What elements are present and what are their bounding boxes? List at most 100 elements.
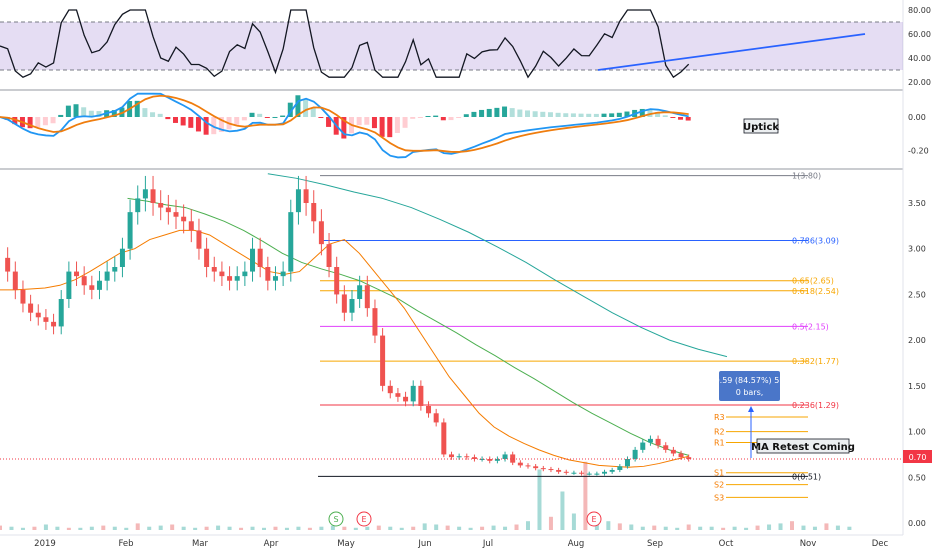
candle-body: [372, 308, 378, 336]
volume-bar: [55, 526, 60, 530]
macd-histogram-bar: [563, 113, 569, 117]
candle-body: [563, 471, 569, 473]
month-label: Apr: [264, 539, 279, 549]
volume-bar: [790, 521, 794, 530]
volume-bar: [376, 525, 381, 530]
macd-histogram-bar: [257, 113, 263, 117]
macd-histogram-bar: [601, 113, 607, 117]
macd-histogram-bar: [410, 117, 416, 119]
macd-histogram-bar: [303, 99, 309, 117]
rsi-tick-label: 20.00: [908, 78, 931, 87]
volume-bar: [548, 516, 553, 530]
volume-bar: [20, 527, 25, 530]
fib-level-label: 0(0.51): [792, 472, 821, 481]
macd-histogram-bar: [371, 117, 377, 129]
volume-bar: [847, 526, 852, 530]
candle-body: [579, 472, 585, 474]
volume-bar: [262, 527, 266, 530]
price-tick-label: 2.00: [908, 336, 926, 345]
macd-histogram-bar: [157, 113, 163, 117]
macd-histogram-bar: [65, 105, 71, 117]
volume-bar: [445, 525, 450, 530]
fib-level-label: 1(3.80): [792, 172, 821, 181]
volume-bar: [468, 527, 473, 530]
volume-bar: [778, 523, 783, 530]
candle-body: [426, 405, 432, 414]
macd-histogram-bar: [555, 112, 561, 117]
candle-body: [81, 276, 87, 286]
macd-histogram-bar: [394, 117, 400, 134]
month-label: Aug: [568, 539, 585, 549]
month-label: 2019: [34, 539, 56, 549]
volume-bar: [135, 523, 140, 530]
volume-bar: [434, 524, 439, 530]
month-label: Jun: [417, 539, 431, 549]
volume-bar: [663, 526, 668, 530]
candle-body: [181, 216, 187, 222]
volume-bar: [9, 526, 14, 530]
candle-body: [20, 289, 26, 304]
fib-level-label: 0.236(1.29): [792, 401, 839, 410]
volume-bar: [124, 527, 129, 530]
volume-bar: [353, 527, 358, 530]
volume-bar: [216, 525, 221, 530]
macd-histogram-bar: [234, 117, 240, 125]
event-marker-label: E: [361, 515, 366, 524]
candle-body: [655, 438, 661, 446]
candle-body: [257, 248, 263, 267]
macd-histogram-bar: [502, 106, 508, 117]
volume-bar: [503, 526, 508, 530]
macd-histogram-bar: [264, 117, 270, 118]
fib-level-label: 0.786(3.09): [792, 236, 839, 245]
volume-bar: [411, 526, 416, 530]
macd-histogram-bar: [356, 117, 362, 126]
candle-body: [556, 469, 562, 472]
candle-body: [678, 453, 684, 458]
macd-pane: 0.00 -0.20 Uptick: [0, 92, 929, 159]
candle-body: [219, 271, 225, 277]
pivot-label: R3: [714, 413, 725, 422]
candle-body: [670, 449, 676, 454]
pivot-label: R1: [714, 439, 725, 448]
volume-bar: [101, 525, 106, 530]
macd-histogram-bar: [525, 110, 530, 117]
measure-box-line2: 0 bars,: [736, 388, 764, 397]
volume-bar: [342, 526, 347, 530]
volume-bar: [812, 526, 817, 530]
candle-body: [250, 248, 256, 272]
candle-body: [533, 466, 539, 469]
volume-bar: [32, 526, 37, 530]
macd-histogram-bar: [479, 109, 485, 117]
candle-body: [341, 294, 347, 313]
candle-body: [142, 189, 148, 199]
macd-histogram-bar: [188, 117, 194, 128]
macd-histogram-bar: [387, 117, 393, 138]
macd-histogram-bar: [379, 117, 385, 137]
macd-histogram-bar: [142, 108, 148, 117]
volume-bar: [365, 526, 370, 530]
macd-histogram-bar: [670, 117, 676, 118]
macd-histogram-bar: [570, 113, 576, 117]
candle-body: [433, 413, 439, 423]
candle-body: [104, 271, 110, 281]
candle-body: [441, 422, 447, 455]
macd-tick-label: -0.20: [908, 146, 929, 155]
macd-histogram-bar: [662, 115, 668, 117]
volume-bar: [514, 524, 519, 530]
macd-histogram-bar: [440, 117, 446, 121]
volume-bar: [296, 526, 301, 530]
candle-body: [173, 212, 179, 217]
candle-body: [51, 321, 57, 327]
candle-body: [211, 267, 217, 272]
volume-bar: [78, 527, 83, 530]
price-tick-label: 1.00: [908, 428, 926, 437]
volume-bar: [457, 526, 462, 530]
macd-histogram-bar: [433, 115, 439, 117]
volume-bar: [250, 526, 255, 530]
volume-bar: [606, 521, 611, 530]
volume-bar: [686, 524, 691, 530]
month-label: Sep: [647, 539, 663, 549]
ma-retest-annotation-text: MA Retest Coming: [751, 442, 855, 453]
stock-chart[interactable]: 80.00 60.00 40.00 20.00 0.00 -0.20 Uptick 1(…: [0, 0, 932, 550]
volume-bar: [0, 525, 2, 530]
